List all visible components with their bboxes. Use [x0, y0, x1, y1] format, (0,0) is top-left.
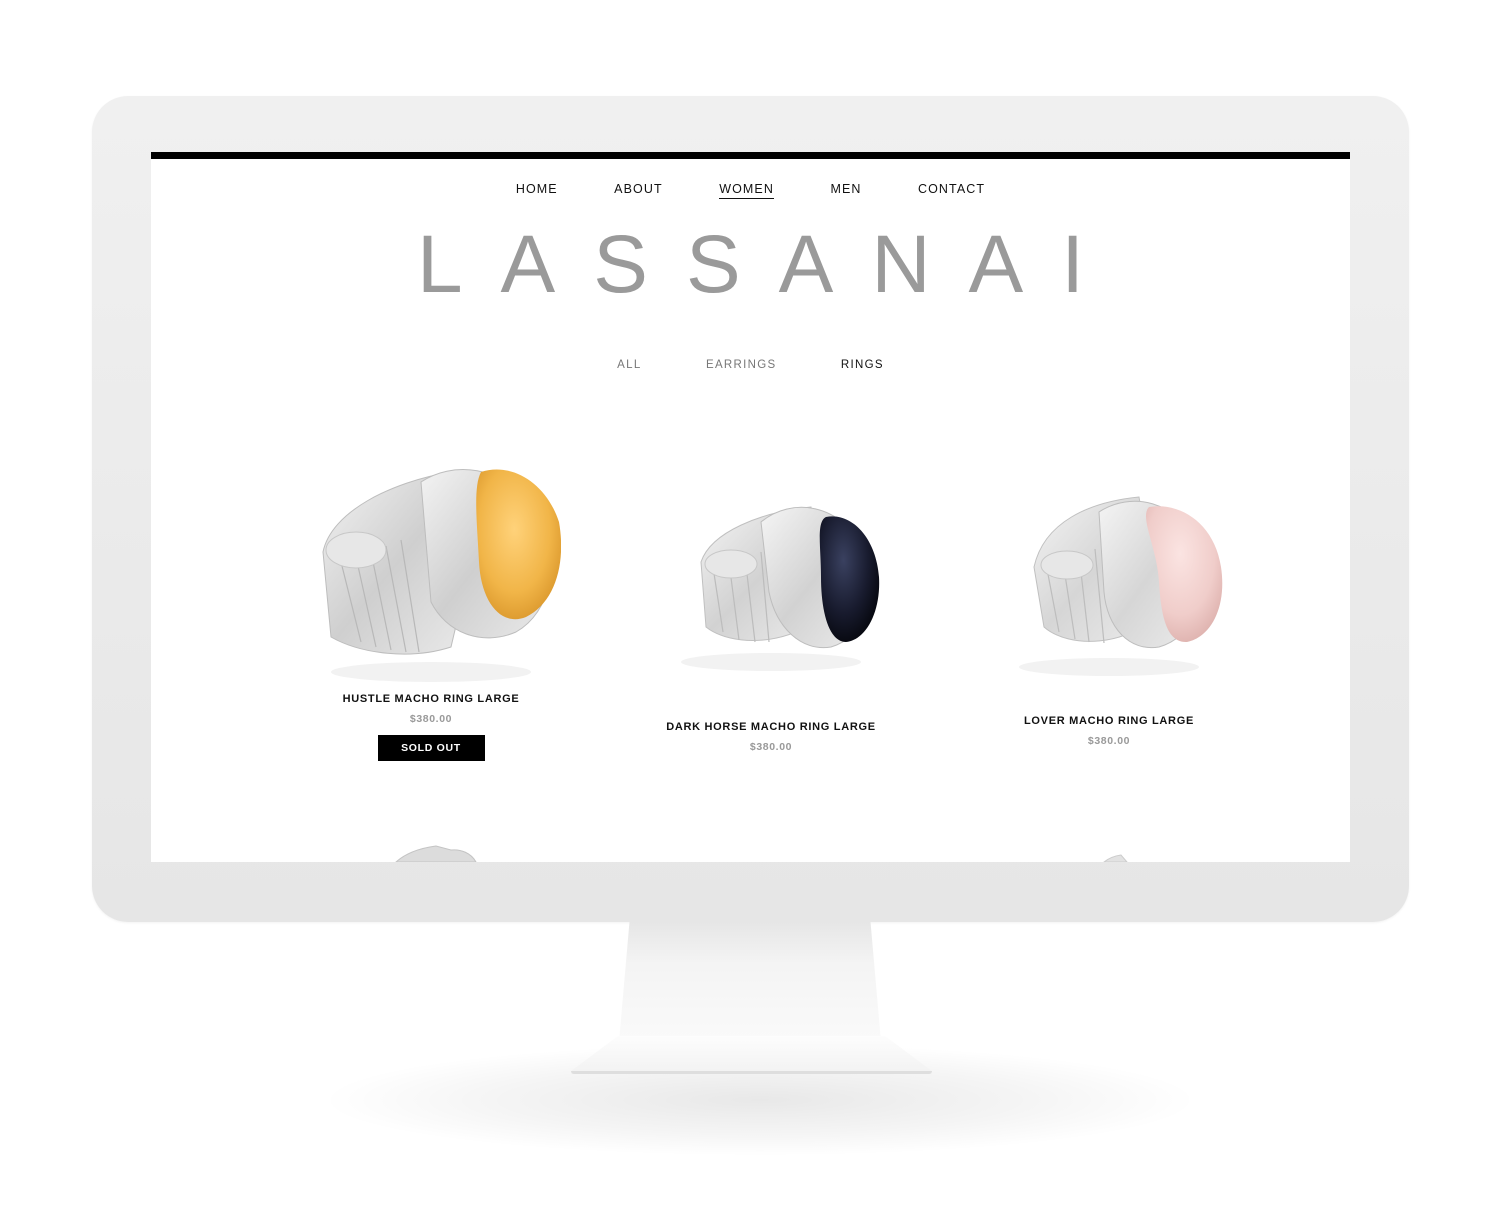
ring-image-amber[interactable]	[301, 442, 562, 692]
nav-about[interactable]: ABOUT	[614, 182, 663, 198]
product-card[interactable]: HUSTLE MACHO RING LARGE $380.00 SOLD OUT	[281, 442, 581, 761]
product-title[interactable]: HUSTLE MACHO RING LARGE	[281, 693, 581, 705]
product-title[interactable]: LOVER MACHO RING LARGE	[959, 715, 1259, 727]
monitor-stand-base	[571, 1036, 932, 1074]
monitor-stand-edge	[571, 1071, 932, 1074]
category-all[interactable]: ALL	[617, 359, 641, 371]
nav-home[interactable]: HOME	[516, 182, 558, 198]
monitor-stand-neck	[619, 922, 881, 1042]
product-card[interactable]: LOVER MACHO RING LARGE $380.00	[959, 457, 1259, 747]
product-price: $380.00	[1087, 735, 1131, 747]
main-navigation: HOME ABOUT WOMEN MEN CONTACT	[151, 180, 1350, 199]
product-price: $380.00	[409, 713, 453, 725]
nav-men[interactable]: MEN	[830, 182, 861, 198]
category-earrings[interactable]: EARRINGS	[706, 359, 776, 371]
product-title[interactable]: DARK HORSE MACHO RING LARGE	[621, 721, 921, 733]
product-price: $380.00	[749, 741, 793, 753]
sold-out-badge: SOLD OUT	[377, 735, 485, 761]
ring-image-rose-quartz[interactable]	[989, 457, 1229, 712]
ring-image-onyx[interactable]	[651, 462, 891, 712]
category-navigation: ALL EARRINGS RINGS	[151, 355, 1350, 373]
top-black-bar	[151, 152, 1350, 159]
nav-women[interactable]: WOMEN	[719, 182, 774, 199]
website-screen: HOME ABOUT WOMEN MEN CONTACT LASSANAI AL…	[151, 152, 1350, 862]
brand-logo[interactable]: LASSANAI	[151, 224, 1350, 306]
nav-contact[interactable]: CONTACT	[918, 182, 985, 198]
ring-image-partial[interactable]	[391, 845, 481, 862]
category-rings[interactable]: RINGS	[841, 359, 884, 371]
ring-image-partial[interactable]	[1099, 854, 1129, 862]
product-card[interactable]: DARK HORSE MACHO RING LARGE $380.00	[621, 462, 921, 753]
